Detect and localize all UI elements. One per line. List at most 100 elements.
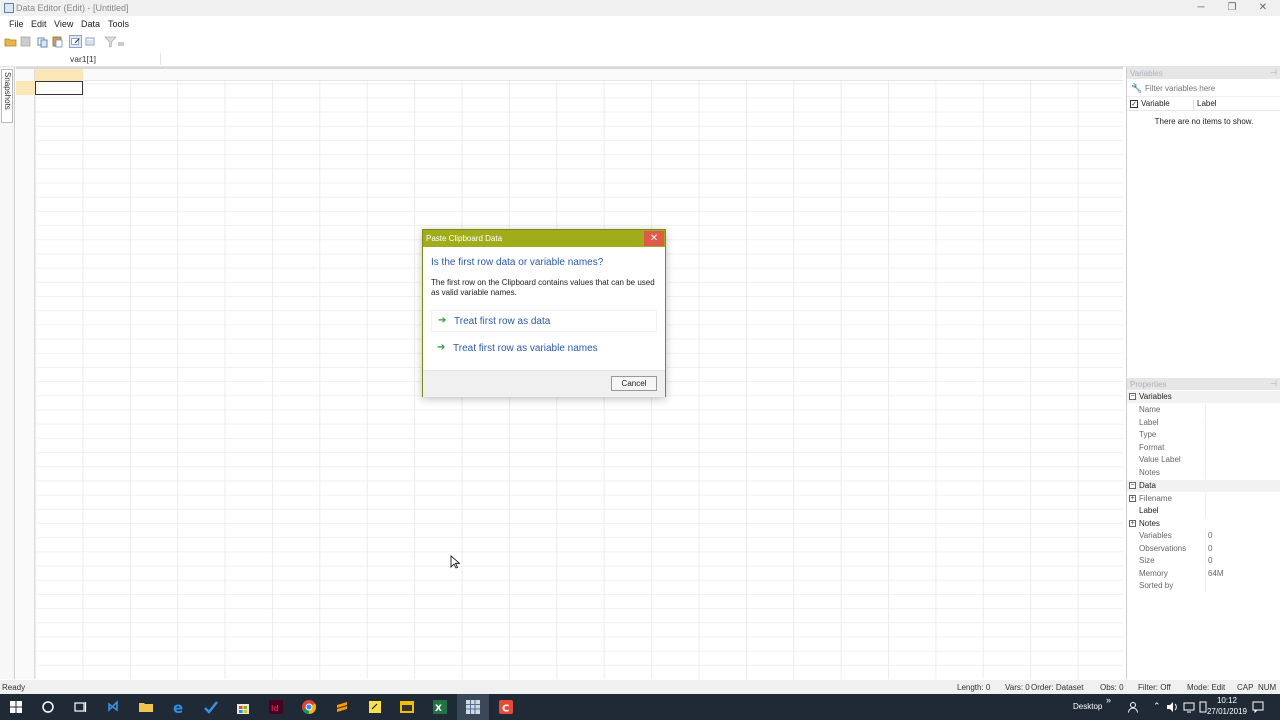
restore-button[interactable]: ❐ — [1217, 1, 1247, 15]
data-section[interactable]: − Data — [1127, 480, 1280, 492]
pin-icon[interactable]: ⊣ — [1270, 68, 1277, 77]
close-window-button[interactable]: ✕ — [1248, 1, 1278, 15]
edge-icon[interactable]: e — [171, 699, 187, 715]
svg-text:Id: Id — [271, 704, 278, 713]
variables-panel-title: Variables — [1130, 69, 1163, 78]
browse-mode-icon[interactable] — [84, 35, 97, 48]
task-view-icon[interactable] — [72, 699, 88, 715]
property-row: Type — [1127, 429, 1280, 441]
status-vars: Vars: 0 — [1005, 683, 1030, 692]
menu-file[interactable]: File — [9, 19, 24, 29]
variables-section[interactable]: − Variables — [1127, 391, 1280, 403]
desktop-toolbar-label[interactable]: Desktop — [1073, 702, 1102, 711]
property-size: Size — [1139, 556, 1155, 565]
property-type: Type — [1139, 430, 1157, 439]
filter-variables-input[interactable] — [1145, 81, 1275, 95]
treat-as-variable-names-option[interactable]: ➔ Treat first row as variable names — [431, 338, 657, 360]
open-icon[interactable] — [4, 35, 17, 48]
selected-column-header[interactable] — [35, 69, 83, 81]
cancel-button[interactable]: Cancel — [611, 376, 657, 391]
menu-bar: File Edit View Data Tools — [0, 16, 1280, 32]
value-divider — [1205, 404, 1206, 416]
column-variable[interactable]: Variable — [1141, 99, 1170, 108]
person-icon[interactable] — [1127, 701, 1139, 713]
treat-as-data-option[interactable]: ➔ Treat first row as data — [431, 310, 657, 332]
excel-icon[interactable]: X — [432, 699, 448, 715]
chevron-up-icon[interactable]: ⌃ — [1153, 701, 1161, 712]
wrench-icon: 🔧 — [1131, 83, 1143, 93]
option-label: Treat first row as data — [454, 316, 551, 327]
option-label: Treat first row as variable names — [453, 343, 598, 354]
taskbar: e Id X C Desktop » ⌃ 10:12 27/01/2019 — [0, 694, 1280, 720]
clock-time[interactable]: 10:12 — [1212, 696, 1242, 705]
sticky-notes-icon[interactable] — [367, 699, 383, 715]
menu-edit[interactable]: Edit — [31, 19, 47, 29]
selected-cell[interactable] — [35, 81, 83, 95]
app-c-icon[interactable]: C — [498, 699, 514, 715]
save-icon[interactable] — [19, 35, 32, 48]
empty-message: There are no items to show. — [1154, 117, 1254, 126]
menu-view[interactable]: View — [54, 19, 73, 29]
app-window-icon[interactable] — [399, 699, 415, 715]
properties-panel: Properties ⊣ − Variables Name Label Type… — [1126, 378, 1280, 679]
value-divider — [1205, 466, 1206, 479]
chrome-icon[interactable] — [301, 699, 317, 715]
dialog-title: Paste Clipboard Data — [426, 234, 503, 243]
svg-text:C: C — [502, 704, 509, 715]
volume-icon[interactable] — [1166, 701, 1178, 713]
snapshots-strip: Snapshots — [0, 67, 15, 679]
copy-icon[interactable] — [36, 35, 49, 48]
variables-panel-header: Variables ⊣ — [1127, 67, 1280, 79]
status-obs: Obs: 0 — [1100, 683, 1124, 692]
column-label[interactable]: Label — [1197, 99, 1217, 108]
filter-dropdown-icon[interactable] — [117, 35, 125, 48]
collapse-icon[interactable]: − — [1129, 482, 1136, 489]
stata-grid-icon[interactable] — [465, 699, 481, 715]
property-row: Memory 64M — [1127, 567, 1280, 580]
arrow-right-icon: ➔ — [437, 342, 446, 353]
status-order: Order: Dataset — [1031, 683, 1084, 692]
property-variables: Variables — [1139, 531, 1172, 540]
edit-mode-icon[interactable] — [69, 35, 82, 48]
property-value-label: Value Label — [1139, 455, 1181, 464]
select-all-checkbox[interactable]: ✓ — [1130, 100, 1138, 108]
expand-icon[interactable]: + — [1129, 519, 1136, 527]
value-divider — [1205, 530, 1206, 542]
property-data-label: Label — [1139, 506, 1159, 515]
expand-icon[interactable]: + — [1129, 494, 1136, 502]
property-row: Format — [1127, 441, 1280, 454]
minimize-button[interactable]: ─ — [1186, 1, 1216, 15]
windows-start-icon[interactable] — [8, 699, 24, 715]
network-icon[interactable] — [1183, 701, 1195, 713]
property-row: Observations 0 — [1127, 542, 1280, 555]
todo-check-icon[interactable] — [203, 699, 219, 715]
value-divider — [1205, 580, 1206, 592]
pin-icon[interactable]: ⊣ — [1270, 379, 1277, 388]
file-explorer-icon[interactable] — [138, 699, 154, 715]
store-icon[interactable] — [235, 699, 251, 715]
status-ready: Ready — [2, 683, 26, 692]
snapshots-tab[interactable]: Snapshots — [1, 69, 13, 123]
filter-icon[interactable] — [104, 35, 117, 48]
menu-data[interactable]: Data — [81, 19, 100, 29]
toolbar-expand-icon[interactable]: » — [1106, 695, 1111, 705]
paste-icon[interactable] — [51, 35, 64, 48]
property-name: Name — [1139, 405, 1161, 414]
toolbar — [0, 33, 1280, 51]
dialog-close-button[interactable]: ✕ — [644, 231, 664, 246]
visual-studio-icon[interactable] — [106, 699, 122, 715]
property-format: Format — [1139, 442, 1165, 452]
property-variables-value: 0 — [1208, 531, 1213, 540]
mouse-cursor-icon — [450, 555, 460, 569]
notification-icon[interactable] — [1252, 701, 1264, 713]
collapse-icon[interactable]: − — [1129, 393, 1136, 400]
selected-row-header[interactable] — [16, 81, 35, 95]
menu-tools[interactable]: Tools — [108, 19, 129, 29]
property-observations: Observations — [1139, 543, 1187, 553]
sublime-icon[interactable] — [334, 699, 350, 715]
property-sorted-by: Sorted by — [1139, 581, 1174, 590]
clock-date[interactable]: 27/01/2019 — [1202, 707, 1252, 716]
property-memory: Memory — [1139, 568, 1168, 578]
indesign-icon[interactable]: Id — [268, 699, 284, 715]
search-icon[interactable] — [40, 699, 56, 715]
